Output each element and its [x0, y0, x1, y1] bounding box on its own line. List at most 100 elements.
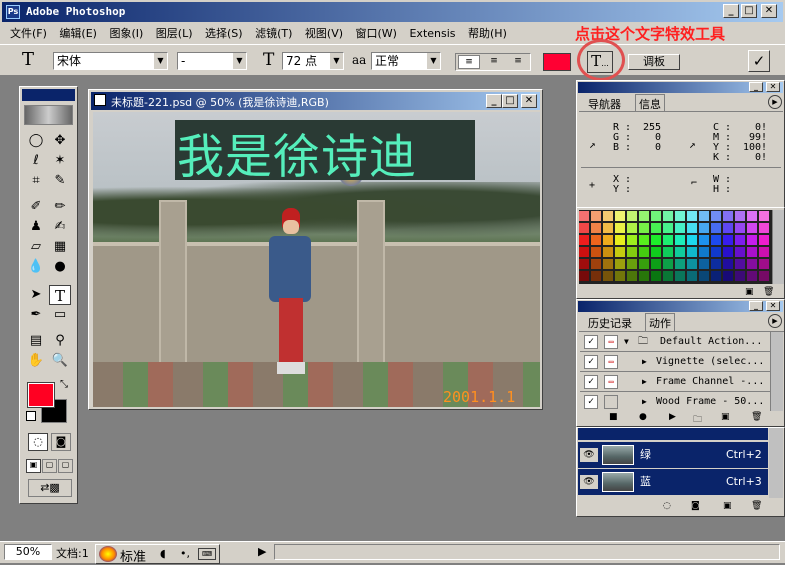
maximize-button[interactable]: □	[741, 4, 757, 18]
actions-scrollbar[interactable]	[770, 332, 783, 412]
color-swatch[interactable]	[591, 259, 601, 269]
color-swatch[interactable]	[663, 271, 673, 281]
gradient-tool-icon[interactable]: ▦	[49, 237, 71, 257]
color-swatch[interactable]	[579, 223, 589, 233]
punctuation-icon[interactable]: •,	[180, 547, 190, 560]
color-swatch[interactable]	[651, 271, 661, 281]
color-swatch[interactable]	[687, 223, 697, 233]
actions-panel-close-button[interactable]: ✕	[766, 301, 780, 311]
color-swatch[interactable]	[711, 211, 721, 221]
color-swatch[interactable]	[735, 223, 745, 233]
menu-select[interactable]: 选择(S)	[205, 27, 243, 40]
color-swatch[interactable]	[747, 259, 757, 269]
menu-edit[interactable]: 编辑(E)	[59, 27, 97, 40]
color-swatch[interactable]	[579, 271, 589, 281]
expand-arrow-icon[interactable]: ▶	[642, 372, 647, 392]
color-swatch[interactable]	[615, 271, 625, 281]
color-swatch[interactable]	[639, 211, 649, 221]
doc-minimize-button[interactable]: _	[486, 94, 502, 108]
color-swatch[interactable]	[639, 247, 649, 257]
color-swatch[interactable]	[651, 211, 661, 221]
expand-arrow-icon[interactable]: ▶	[642, 392, 647, 412]
dialog-toggle-icon[interactable]: ▭	[604, 355, 618, 369]
status-arrow-icon[interactable]: ▶	[258, 545, 266, 558]
info-panel-close-button[interactable]: ✕	[766, 82, 780, 92]
checkbox-icon[interactable]: ✓	[584, 395, 598, 409]
eye-icon[interactable]: 👁	[580, 475, 598, 489]
type-tool-icon[interactable]: T	[49, 285, 71, 305]
color-swatch[interactable]	[627, 247, 637, 257]
eraser-tool-icon[interactable]: ▱	[25, 237, 47, 257]
magic-wand-tool-icon[interactable]: ✶	[49, 151, 71, 171]
menu-image[interactable]: 图象(I)	[109, 27, 143, 40]
channels-scrollbar[interactable]	[769, 428, 783, 498]
minimize-button[interactable]: _	[723, 4, 739, 18]
list-item[interactable]: ✓ ▭ ▶ Frame Channel -...	[580, 372, 770, 392]
color-swatch[interactable]	[747, 247, 757, 257]
font-style-select[interactable]: - ▼	[177, 52, 247, 70]
color-swatch[interactable]	[699, 235, 709, 245]
color-swatch[interactable]	[615, 247, 625, 257]
color-swatch[interactable]	[675, 259, 685, 269]
color-swatch[interactable]	[699, 271, 709, 281]
color-swatch[interactable]	[615, 223, 625, 233]
channel-row[interactable]: 👁 蓝 Ctrl+3	[578, 469, 768, 495]
list-item[interactable]: ✓ ▭ ▼ 🗀 Default Action...	[580, 332, 770, 352]
eyedropper-tool-icon[interactable]: ⚲	[49, 331, 71, 351]
path-select-icon[interactable]: ➤	[25, 285, 47, 305]
expand-arrow-icon[interactable]: ▶	[642, 352, 647, 372]
color-swatch[interactable]	[639, 271, 649, 281]
color-swatch[interactable]	[591, 211, 601, 221]
color-swatch[interactable]	[675, 247, 685, 257]
color-swatch[interactable]	[651, 247, 661, 257]
shape-tool-icon[interactable]: ▭	[49, 305, 71, 325]
commit-button[interactable]: ✓	[748, 50, 770, 72]
color-swatch[interactable]	[735, 271, 745, 281]
color-swatch[interactable]	[747, 223, 757, 233]
pen-tool-icon[interactable]: ✒	[25, 305, 47, 325]
color-swatch[interactable]	[759, 211, 769, 221]
load-selection-icon[interactable]: ◌	[663, 501, 671, 511]
color-swatch[interactable]	[627, 259, 637, 269]
font-size-select[interactable]: 72 点 ▼	[282, 52, 344, 70]
swatch-grid[interactable]	[579, 210, 772, 284]
color-swatch[interactable]	[615, 211, 625, 221]
color-swatch[interactable]	[711, 247, 721, 257]
color-swatch[interactable]	[603, 223, 613, 233]
color-swatch[interactable]	[663, 247, 673, 257]
trash-icon[interactable]: 🗑	[751, 412, 762, 422]
tab-history[interactable]: 历史记录	[585, 314, 635, 332]
menu-file[interactable]: 文件(F)	[10, 27, 47, 40]
color-swatch[interactable]	[627, 235, 637, 245]
swap-colors-icon[interactable]: ⤡	[60, 379, 68, 390]
font-family-select[interactable]: 宋体 ▼	[53, 52, 168, 70]
color-swatch[interactable]	[675, 211, 685, 221]
color-swatch[interactable]	[615, 259, 625, 269]
color-swatch[interactable]	[663, 223, 673, 233]
align-left-icon[interactable]: ≡	[458, 55, 480, 69]
menu-window[interactable]: 窗口(W)	[356, 27, 397, 40]
color-swatch[interactable]	[759, 223, 769, 233]
menu-filter[interactable]: 滤镜(T)	[255, 27, 292, 40]
color-swatch[interactable]	[747, 211, 757, 221]
keyboard-icon[interactable]: ⌨	[198, 548, 216, 560]
menu-layer[interactable]: 图层(L)	[156, 27, 193, 40]
color-swatch[interactable]	[663, 259, 673, 269]
quickmask-mode-icon[interactable]: ◙	[51, 433, 71, 451]
color-swatch[interactable]	[579, 247, 589, 257]
color-swatch[interactable]	[723, 211, 733, 221]
new-channel-icon[interactable]: ▣	[723, 501, 732, 511]
history-brush-icon[interactable]: ✍	[49, 217, 71, 237]
text-layer-content[interactable]: 我是徐诗迪	[177, 118, 417, 187]
color-swatch[interactable]	[747, 235, 757, 245]
list-item[interactable]: ✓ ▭ ▶ Vignette (selec...	[580, 352, 770, 372]
screen-mode-standard-icon[interactable]: ▣	[26, 459, 41, 473]
slice-tool-icon[interactable]: ✎	[49, 171, 71, 191]
new-action-icon[interactable]: ▣	[721, 412, 730, 422]
align-right-icon[interactable]: ≡	[507, 55, 529, 69]
text-color-swatch[interactable]	[543, 53, 571, 71]
swatches-trash-icon[interactable]: 🗑	[763, 287, 774, 297]
close-button[interactable]: ✕	[761, 4, 777, 18]
color-swatch[interactable]	[735, 235, 745, 245]
color-swatch[interactable]	[711, 271, 721, 281]
